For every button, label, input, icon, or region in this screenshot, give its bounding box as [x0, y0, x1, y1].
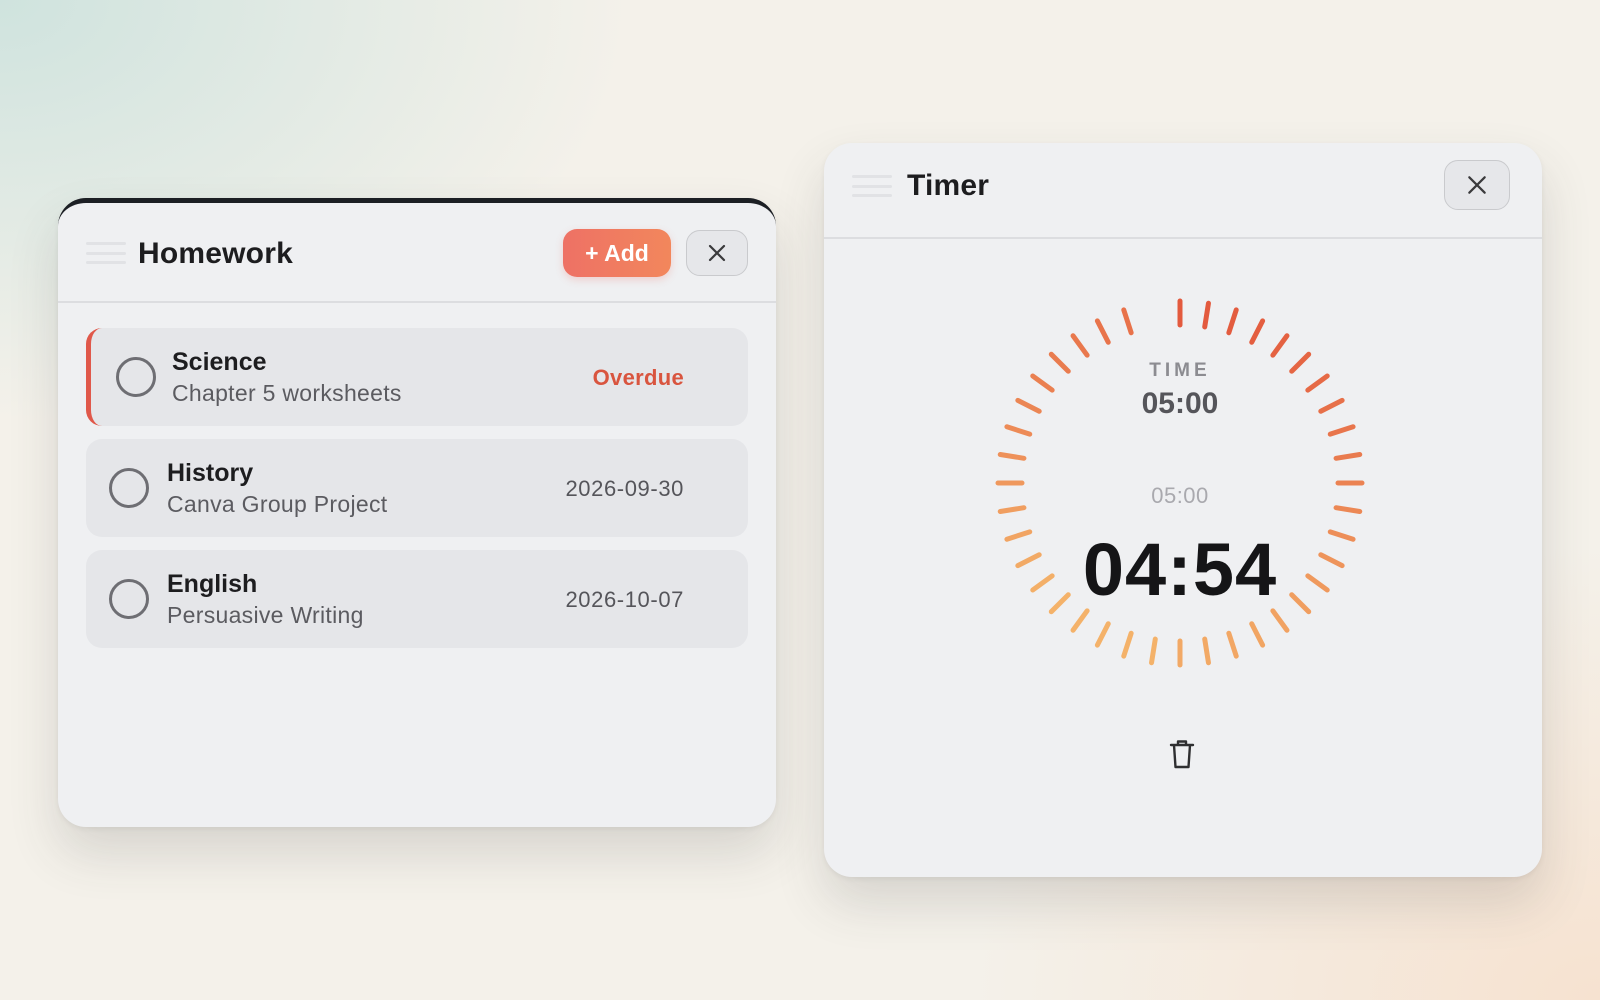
- timer-tick: [1094, 621, 1111, 648]
- task-complete-checkbox[interactable]: [116, 357, 156, 397]
- task-complete-checkbox[interactable]: [109, 468, 149, 508]
- homework-title: Homework: [138, 237, 293, 270]
- trash-icon: [1169, 740, 1195, 769]
- close-icon: [1468, 176, 1486, 194]
- task-due-date: 2026-10-07: [565, 587, 684, 612]
- homework-window: Homework + Add Science Chapter 5 workshe…: [58, 198, 776, 827]
- task-subject: History: [167, 459, 254, 487]
- task-overdue-badge: Overdue: [592, 365, 684, 390]
- task-item-science[interactable]: Science Chapter 5 worksheets Overdue: [86, 328, 748, 426]
- timer-tick: [1070, 608, 1090, 633]
- timer-tick: [1094, 318, 1111, 345]
- drag-handle-icon[interactable]: [852, 175, 892, 197]
- timer-tick: [997, 452, 1027, 461]
- homework-close-button[interactable]: [686, 230, 748, 276]
- task-detail: Canva Group Project: [167, 491, 388, 517]
- timer-tick: [1121, 630, 1134, 659]
- timer-delete-button[interactable]: [1164, 736, 1200, 772]
- task-complete-checkbox[interactable]: [109, 579, 149, 619]
- timer-tick: [1249, 318, 1266, 345]
- drag-handle-icon[interactable]: [86, 242, 126, 264]
- timer-tick: [1270, 333, 1290, 358]
- timer-tick: [1202, 300, 1211, 330]
- close-icon: [708, 244, 726, 262]
- timer-dial: TIME 05:00 05:00 04:54: [990, 293, 1370, 673]
- timer-close-button[interactable]: [1444, 160, 1510, 210]
- timer-tick: [1149, 636, 1158, 666]
- timer-tick: [1004, 424, 1033, 437]
- timer-label: TIME: [1149, 360, 1211, 381]
- timer-tick: [1226, 630, 1239, 659]
- timer-tick: [1270, 608, 1290, 633]
- task-detail: Persuasive Writing: [167, 602, 364, 628]
- homework-header: Homework + Add: [58, 203, 776, 303]
- task-item-english[interactable]: English Persuasive Writing 2026-10-07: [86, 550, 748, 648]
- timer-tick: [1333, 452, 1363, 461]
- timer-tick: [1121, 307, 1134, 336]
- timer-initial-time: 05:00: [1151, 483, 1209, 508]
- task-item-history[interactable]: History Canva Group Project 2026-09-30: [86, 439, 748, 537]
- timer-tick: [1226, 307, 1239, 336]
- timer-tick: [1327, 424, 1356, 437]
- timer-set-time: 05:00: [1141, 387, 1219, 420]
- timer-tick: [1249, 621, 1266, 648]
- task-detail: Chapter 5 worksheets: [172, 380, 402, 406]
- task-due-date: 2026-09-30: [565, 476, 684, 501]
- timer-tick: [1202, 636, 1211, 666]
- timer-remaining-time: 04:54: [1082, 528, 1278, 611]
- timer-title: Timer: [907, 169, 990, 202]
- timer-tick: [1070, 333, 1090, 358]
- task-subject: English: [167, 570, 258, 598]
- add-task-button[interactable]: + Add: [563, 229, 671, 277]
- timer-header: Timer: [824, 143, 1542, 239]
- timer-window: Timer TIME 05:00 05:00 04:54: [824, 143, 1542, 877]
- task-subject: Science: [172, 348, 267, 376]
